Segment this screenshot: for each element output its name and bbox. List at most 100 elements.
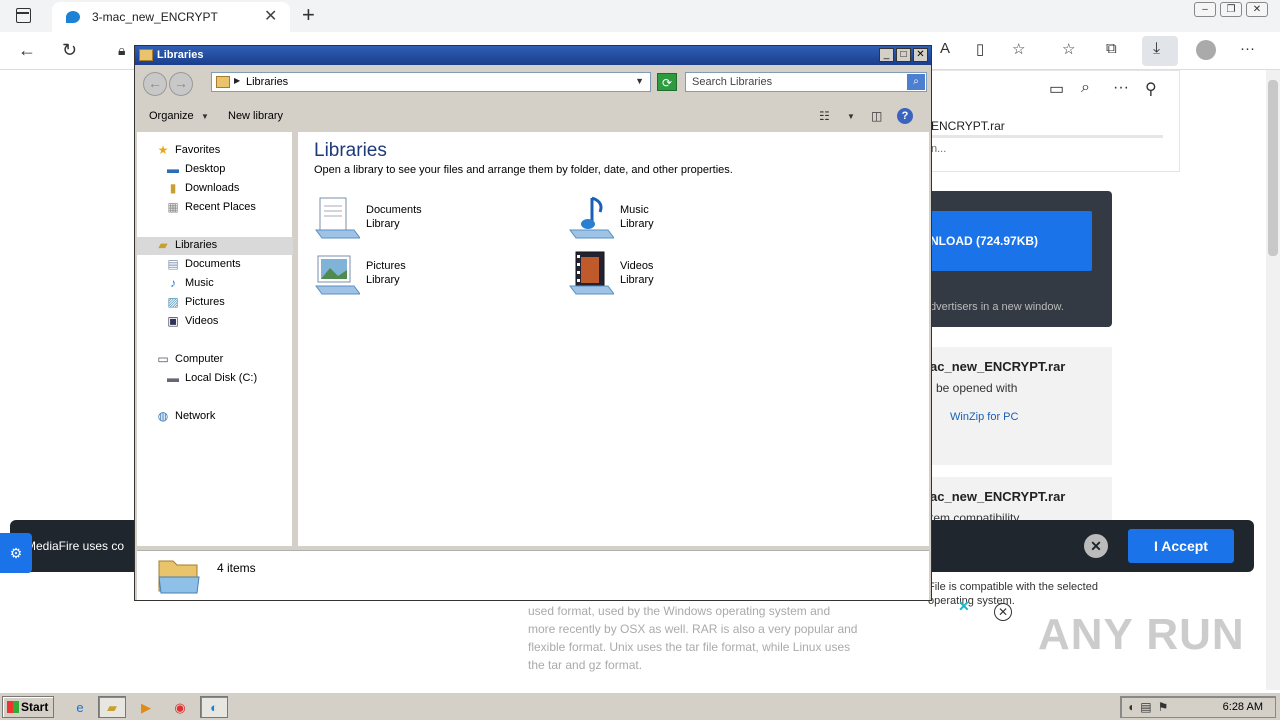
pin-icon[interactable]: ⚲ xyxy=(1145,79,1157,99)
collections-icon[interactable]: ⧉ xyxy=(1106,40,1117,57)
preview-pane-icon[interactable]: ◫ xyxy=(871,109,882,123)
file-info-card: ac_new_ENCRYPT.rar be opened with WinZip… xyxy=(928,347,1112,465)
library-documents[interactable]: Documents Library xyxy=(314,194,514,242)
ad-close-icon[interactable]: ✕ xyxy=(958,598,970,615)
network-tray-icon[interactable]: ▤ xyxy=(1140,700,1157,714)
maximize-icon[interactable]: □ xyxy=(896,48,911,62)
download-progress-bar xyxy=(931,135,1163,138)
action-center-flag-icon[interactable]: ⚑ xyxy=(1158,700,1175,714)
library-type: Library xyxy=(620,218,654,230)
windows-flag-icon xyxy=(7,701,19,713)
start-button[interactable]: Start xyxy=(2,696,54,718)
nav-downloads-label: Downloads xyxy=(185,182,240,194)
download-icon: ⤓ xyxy=(1153,40,1161,57)
download-filename[interactable]: ENCRYPT.rar xyxy=(931,119,1005,133)
restore-icon[interactable]: ❐ xyxy=(1220,2,1242,17)
content-heading: Libraries xyxy=(314,140,387,161)
explorer-title-bar[interactable]: Libraries _ □ ✕ xyxy=(135,46,931,65)
media-player-icon[interactable]: ▶ xyxy=(132,696,160,718)
favorites-icon[interactable]: ☆ xyxy=(1062,40,1075,58)
open-folder-icon[interactable]: ▭ xyxy=(1049,79,1064,99)
library-type: Library xyxy=(366,274,400,286)
new-library-button[interactable]: New library xyxy=(228,110,283,122)
search-downloads-icon[interactable]: ⌕ xyxy=(1081,79,1090,97)
page-scrollbar[interactable] xyxy=(1266,70,1280,690)
library-type: Library xyxy=(620,274,654,286)
nav-favorites[interactable]: ★ Favorites xyxy=(155,142,311,160)
downloads-button[interactable]: ⤓ xyxy=(1142,36,1178,66)
downloads-panel: ▭ ⌕ ··· ⚲ ENCRYPT.rar n... xyxy=(928,70,1180,172)
library-name: Pictures xyxy=(366,260,406,272)
read-aloud-icon[interactable]: A xyxy=(940,40,950,57)
cookie-close-icon[interactable]: ✕ xyxy=(1084,534,1108,558)
immersive-reader-icon[interactable]: ▯ xyxy=(976,40,984,58)
library-folder-icon xyxy=(139,49,153,61)
close-icon[interactable]: ✕ xyxy=(913,48,928,62)
library-videos[interactable]: Videos Library xyxy=(568,250,768,298)
address-text: Libraries xyxy=(246,76,289,88)
scroll-thumb[interactable] xyxy=(1268,80,1278,256)
nav-videos-label: Videos xyxy=(185,315,219,327)
search-icon[interactable]: ⌕ xyxy=(907,74,925,90)
browser-window-controls: – ❐ ✕ xyxy=(1194,2,1268,17)
more-options-icon[interactable]: ··· xyxy=(1113,79,1129,97)
profile-avatar[interactable] xyxy=(1196,40,1216,60)
breadcrumb-arrow-icon[interactable]: ▶ xyxy=(234,76,240,85)
change-view-icon[interactable]: ☷ xyxy=(819,109,830,123)
search-placeholder: Search Libraries xyxy=(692,76,773,88)
new-tab-icon[interactable]: + xyxy=(302,2,315,28)
download-card: NLOAD (724.97KB) dvertisers in a new win… xyxy=(928,191,1112,327)
search-box[interactable]: Search Libraries ⌕ xyxy=(685,72,927,92)
nav-libraries[interactable]: ▰ Libraries xyxy=(137,237,293,255)
help-icon[interactable]: ? xyxy=(897,108,913,124)
reload-icon[interactable]: ↻ xyxy=(62,40,77,61)
explorer-taskbar-icon[interactable]: ▰ xyxy=(98,696,126,718)
organize-button[interactable]: Organize xyxy=(149,110,194,122)
nav-network-label: Network xyxy=(175,410,216,422)
nav-computer[interactable]: ▭ Computer xyxy=(155,351,311,369)
chrome-icon[interactable]: ◉ xyxy=(166,696,194,718)
close-icon[interactable]: ✕ xyxy=(1246,2,1268,17)
tab-close-icon[interactable]: ✕ xyxy=(264,6,277,26)
library-pictures[interactable]: Pictures Library xyxy=(314,250,514,298)
cookie-accept-button[interactable]: I Accept xyxy=(1128,529,1234,563)
documents-icon: ▤ xyxy=(167,257,179,271)
library-name: Music xyxy=(620,204,649,216)
minimize-icon[interactable]: _ xyxy=(879,48,894,62)
address-dropdown-icon[interactable]: ▼ xyxy=(635,76,644,86)
forward-icon[interactable]: → xyxy=(169,72,193,96)
more-menu-icon[interactable]: ··· xyxy=(1240,40,1255,57)
internet-explorer-icon[interactable]: e xyxy=(66,696,94,718)
file-info-title: ac_new_ENCRYPT.rar xyxy=(930,359,1066,374)
videos-library-icon xyxy=(569,251,614,295)
library-music[interactable]: Music Library xyxy=(568,194,768,242)
back-icon[interactable]: ← xyxy=(18,40,36,61)
nav-desktop-label: Desktop xyxy=(185,163,226,175)
back-icon[interactable]: ← xyxy=(143,72,167,96)
address-bar[interactable]: ▶ Libraries ▼ xyxy=(211,72,651,92)
nav-documents-label: Documents xyxy=(185,258,241,270)
refresh-icon[interactable]: ⟳ xyxy=(657,73,677,91)
window-title: Libraries xyxy=(157,49,204,61)
clock: 6:28 AM xyxy=(1222,701,1263,713)
browser-tab[interactable]: 3-mac_new_ENCRYPT ✕ xyxy=(52,2,290,32)
download-button[interactable]: NLOAD (724.97KB) xyxy=(928,211,1092,271)
lock-icon[interactable]: 🔒︎ xyxy=(118,42,125,59)
music-library-icon xyxy=(569,196,614,239)
add-favorite-icon[interactable]: ☆ xyxy=(1012,40,1025,58)
winzip-link[interactable]: WinZip for PC xyxy=(950,411,1018,423)
view-dropdown-icon[interactable]: ▼ xyxy=(847,112,855,121)
edge-icon[interactable]: ◐ xyxy=(200,696,228,718)
ad-dismiss-icon[interactable]: ✕ xyxy=(994,603,1012,621)
minimize-icon[interactable]: – xyxy=(1194,2,1216,17)
libraries-folder-icon xyxy=(158,560,200,594)
organize-dropdown-icon[interactable]: ▼ xyxy=(201,112,209,121)
star-icon: ★ xyxy=(157,143,169,157)
cookie-settings-icon[interactable]: ⚙ xyxy=(0,533,32,573)
volume-icon[interactable]: ◖ xyxy=(1127,700,1140,714)
cookie-text: MediaFire uses co xyxy=(26,539,125,553)
tab-actions-icon[interactable] xyxy=(16,8,31,23)
nav-network[interactable]: ◍ Network xyxy=(155,408,311,426)
library-name: Documents xyxy=(366,204,422,216)
anyrun-watermark: ANY RUN xyxy=(1038,610,1245,659)
